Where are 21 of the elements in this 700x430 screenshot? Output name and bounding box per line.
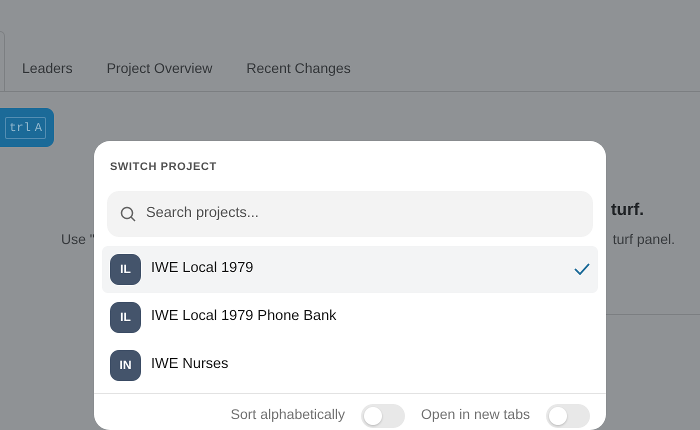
project-avatar: IN (110, 350, 141, 380)
project-item[interactable]: IL IWE Local 1979 Phone Bank (102, 294, 598, 340)
project-item[interactable]: IL IWE Local 1979 (102, 246, 598, 292)
project-item[interactable]: IN IWE Nurses (102, 342, 598, 388)
tab[interactable]: Leaders (5, 58, 90, 91)
toggle-switch[interactable] (361, 404, 406, 428)
tab[interactable]: Project Overview (90, 58, 230, 91)
empty-state-text: Use " (61, 230, 95, 248)
keyboard-shortcut: trl A (5, 116, 46, 138)
empty-state-title: turf. (610, 199, 644, 221)
option-label: Open in new tabs (421, 405, 530, 424)
shortcut-button[interactable]: trl A (0, 108, 54, 147)
toggle-switch[interactable] (546, 404, 590, 428)
project-avatar: IL (110, 302, 141, 332)
tab[interactable]: Recent Changes (229, 58, 368, 91)
check-icon (574, 263, 590, 275)
option-label: Sort alphabetically (230, 405, 346, 424)
empty-state-text: turf panel. (612, 230, 675, 249)
search-field[interactable]: Search projects... (107, 190, 593, 236)
dialog-title: SWITCH PROJECT (109, 160, 218, 175)
project-avatar: IL (110, 254, 141, 284)
